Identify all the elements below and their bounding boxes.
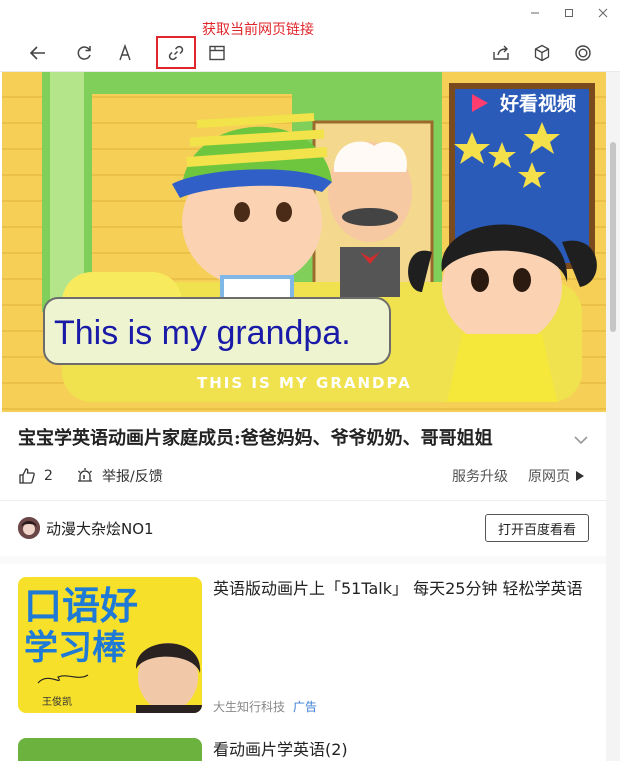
annotation-highlight-box [156, 36, 196, 69]
open-baidu-button[interactable]: 打开百度看看 [485, 514, 589, 542]
arrow-left-icon [29, 46, 45, 60]
thumb-text-1: 口语好 [24, 584, 138, 628]
recommendation-item[interactable]: 口语好 学习棒 王俊凯 英语版动画片上「51Talk」 每天25分钟 轻松学英语… [18, 577, 608, 717]
cube-icon [534, 44, 550, 62]
close-icon [598, 8, 608, 18]
recommendation-item[interactable]: 看动画片学英语(2) [18, 738, 608, 761]
watermark-text: 好看视频 [499, 92, 576, 115]
share-icon [493, 45, 509, 60]
chevron-down-icon[interactable] [570, 429, 592, 451]
window-controls [518, 0, 620, 26]
font-size-button[interactable] [107, 36, 143, 70]
target-icon [575, 45, 591, 61]
like-button[interactable]: 2 [18, 462, 53, 490]
divider [0, 500, 606, 501]
window-mode-button[interactable] [199, 36, 235, 70]
window-icon [209, 45, 225, 61]
video-title: 宝宝学英语动画片家庭成员:爸爸妈妈、爷爷奶奶、哥哥姐姐 [18, 428, 493, 449]
thumb-caption: 王俊凯 [42, 695, 72, 708]
thumb-text-2: 学习棒 [24, 628, 127, 668]
refresh-button[interactable] [66, 36, 102, 70]
like-count: 2 [44, 468, 53, 484]
video-player[interactable]: 好看视频 This is my grandpa. THIS IS MY GRAN… [2, 72, 606, 412]
source-name: 大生知行科技 [213, 700, 286, 714]
author-name: 动漫大杂烩NO1 [46, 519, 154, 538]
video-frame: 好看视频 This is my grandpa. THIS IS MY GRAN… [2, 72, 606, 412]
recommendation-thumbnail: 口语好 学习棒 王俊凯 [18, 577, 202, 713]
report-button[interactable]: 举报/反馈 [76, 462, 163, 490]
scrollbar-thumb[interactable] [610, 142, 616, 332]
ad-tag: 广告 [293, 700, 318, 714]
recommendation-title[interactable]: 看动画片学英语(2) [213, 738, 593, 761]
recommendation-title[interactable]: 英语版动画片上「51Talk」 每天25分钟 轻松学英语 [213, 577, 593, 601]
author-avatar [18, 517, 40, 539]
record-button[interactable] [565, 36, 601, 70]
section-gap [0, 556, 606, 564]
thumbs-up-icon [19, 468, 35, 484]
share-button[interactable] [483, 36, 519, 70]
subtitle-main: This is my grandpa. [54, 314, 351, 352]
meta-row: 2 举报/反馈 服务升级 原网页 [0, 462, 606, 490]
original-page-link[interactable]: 原网页 [528, 462, 585, 490]
font-icon [119, 43, 131, 61]
maximize-icon [565, 9, 573, 17]
close-window-button[interactable] [586, 0, 620, 26]
play-triangle-icon [576, 471, 584, 481]
original-page-label: 原网页 [528, 469, 570, 485]
minimize-icon [531, 12, 539, 14]
author-info[interactable]: 动漫大杂烩NO1 [18, 512, 154, 544]
recommendation-thumbnail [18, 738, 202, 761]
report-label: 举报/反馈 [102, 469, 163, 485]
refresh-icon [77, 46, 91, 60]
upgrade-link[interactable]: 服务升级 [452, 462, 508, 490]
minimize-button[interactable] [518, 0, 552, 26]
scrollbar[interactable] [606, 72, 620, 761]
toolbar [0, 36, 620, 72]
maximize-button[interactable] [552, 0, 586, 26]
alert-bell-icon [78, 468, 92, 482]
3d-box-button[interactable] [524, 36, 560, 70]
back-button[interactable] [20, 36, 56, 70]
subtitle-caps: THIS IS MY GRANDPA [197, 374, 412, 392]
recommendation-source: 大生知行科技 广告 [213, 698, 317, 715]
